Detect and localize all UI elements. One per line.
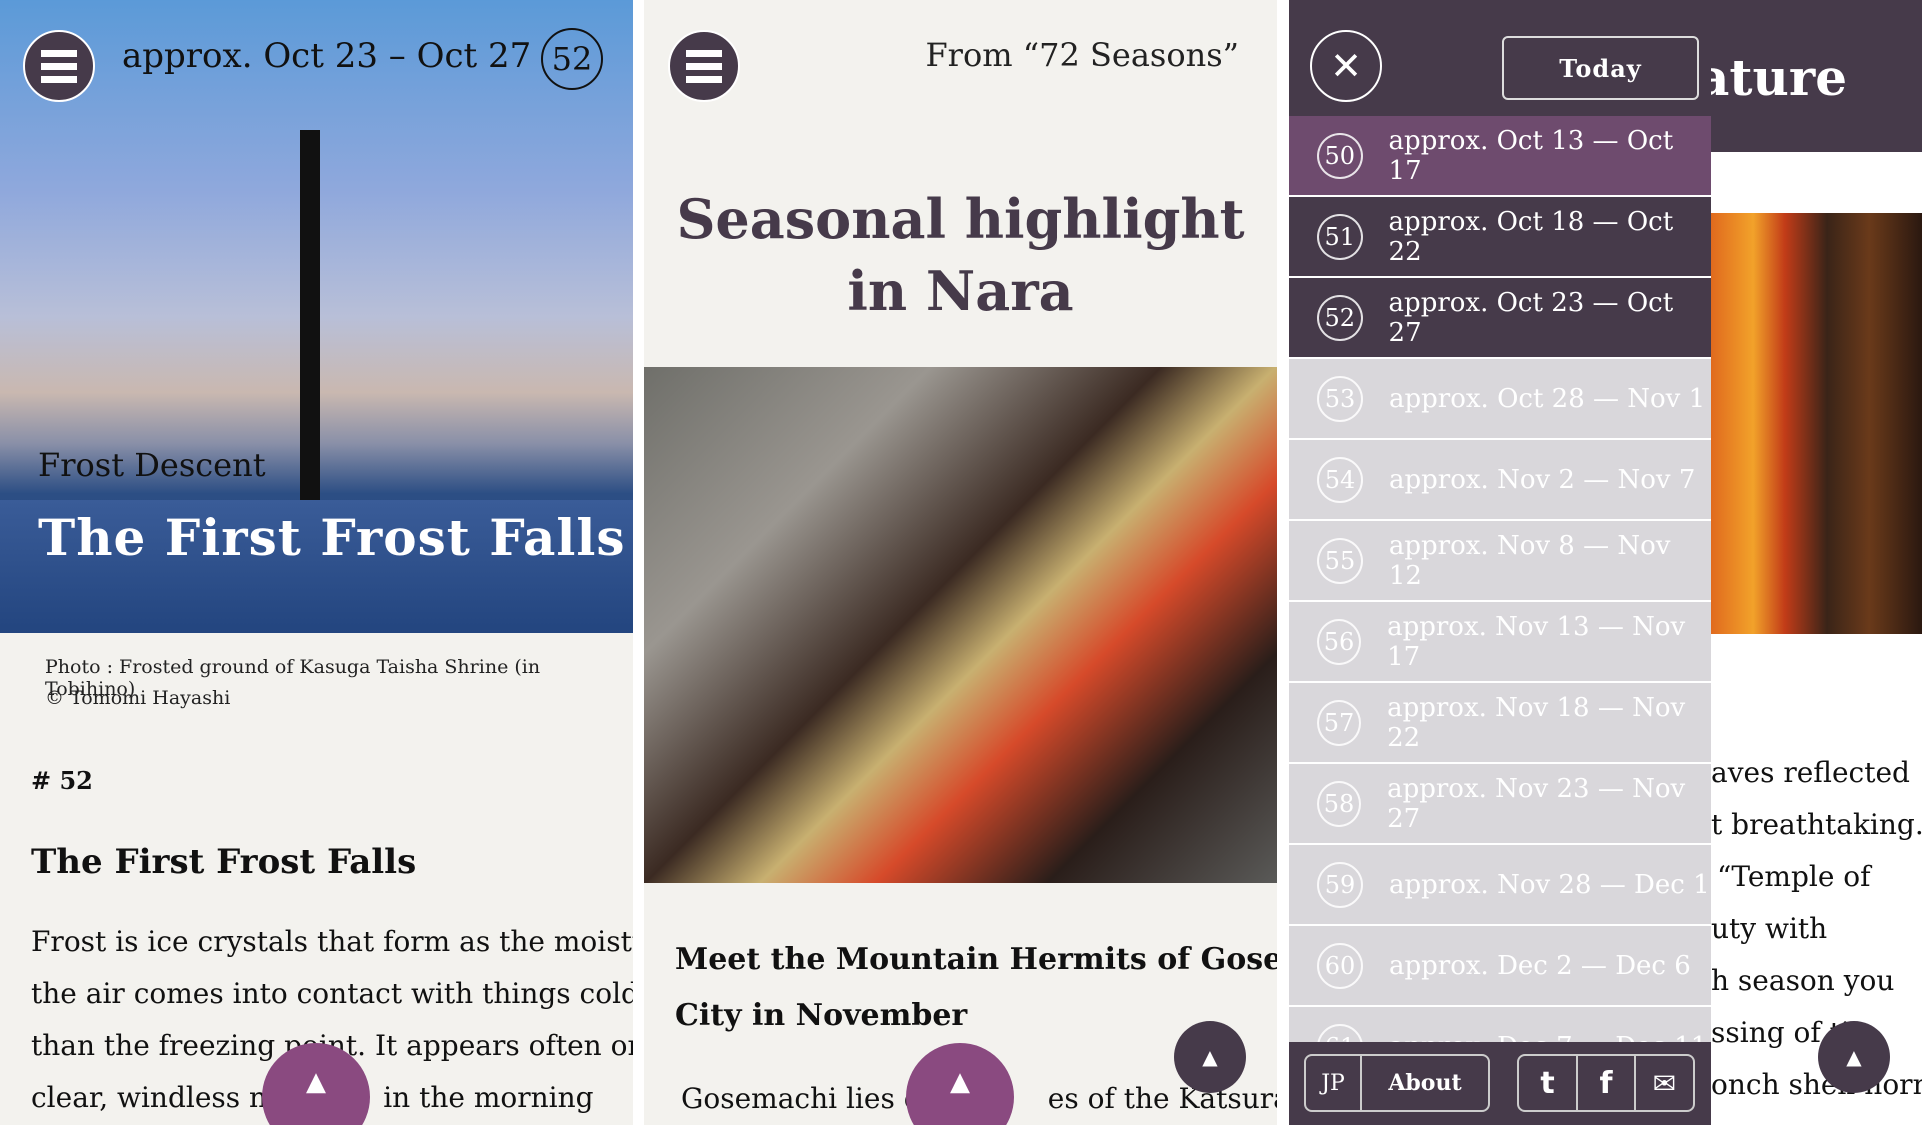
twitter-icon[interactable]: t (1519, 1056, 1578, 1110)
close-icon: ✕ (1330, 44, 1362, 88)
season-date-range: approx. Oct 18 — Oct 22 (1388, 206, 1674, 267)
header-date: approx. Oct 23 – Oct 27 (122, 36, 532, 76)
up-arrow-icon: ▲ (1202, 1045, 1218, 1069)
facebook-icon[interactable]: f (1578, 1056, 1636, 1110)
article-heading: The First Frost Falls (31, 842, 417, 882)
up-arrow-icon: ▲ (1846, 1045, 1862, 1069)
season-list-item[interactable]: 53 approx. Oct 28 — Nov 1 (1289, 359, 1711, 438)
body-line: onch shell horn (1711, 1068, 1922, 1101)
season-list-item[interactable]: 57 approx. Nov 18 — Nov 22 (1289, 683, 1711, 762)
body-line: t breathtaking. (1711, 808, 1922, 841)
mail-icon[interactable]: ✉ (1636, 1056, 1693, 1110)
season-date-range: approx. Nov 18 — Nov 22 (1387, 692, 1686, 753)
season-date-range: approx. Nov 2 — Nov 7 (1389, 464, 1696, 495)
hermits-photo[interactable] (644, 367, 1277, 883)
season-list-item[interactable]: 58 approx. Nov 23 — Nov 27 (1289, 764, 1711, 843)
season-date-range: approx. Oct 13 — Oct 17 (1388, 125, 1674, 186)
article-heading-line: Meet the Mountain Hermits of Gose (675, 942, 1277, 977)
source-label: From “72 Seasons” (925, 36, 1239, 74)
body-line: aves reflected (1711, 756, 1910, 789)
season-number: # 52 (31, 766, 93, 795)
season-date-range: approx. Nov 8 — Nov 12 (1388, 530, 1671, 591)
drawer-footer: JP About t f ✉ (1289, 1042, 1711, 1125)
season-number-badge: 51 (1317, 213, 1363, 260)
season-list-item[interactable]: 56 approx. Nov 13 — Nov 17 (1289, 602, 1711, 681)
scroll-top-button[interactable]: ▲ (1818, 1021, 1890, 1093)
seasonal-highlight-screen: From “72 Seasons” Seasonal highlight in … (644, 0, 1277, 1125)
body-line: “Temple of (1717, 860, 1871, 893)
season-date-range: approx. Oct 28 — Nov 1 (1389, 383, 1706, 414)
season-date-range: approx. Nov 23 — Nov 27 (1387, 773, 1686, 834)
footer-links: JP About (1304, 1054, 1490, 1112)
season-number-badge: 59 (1317, 861, 1363, 908)
title-line: in Nara (847, 259, 1074, 323)
page-title: Seasonal highlight in Nara (644, 183, 1277, 327)
body-line: uty with (1711, 912, 1828, 945)
season-list-item[interactable]: 55 approx. Nov 8 — Nov 12 (1289, 521, 1711, 600)
season-number-badge: 55 (1317, 537, 1363, 584)
season-menu-screen: ature aves reflected t breathtaking. “Te… (1289, 0, 1922, 1125)
body-line: the air comes into contact with things c… (31, 977, 633, 1010)
share-links: t f ✉ (1517, 1054, 1695, 1112)
season-number-badge: 60 (1317, 942, 1363, 989)
up-arrow-icon: ▲ (950, 1067, 970, 1097)
season-list-item[interactable]: 54 approx. Nov 2 — Nov 7 (1289, 440, 1711, 519)
season-number-badge: 54 (1317, 456, 1363, 503)
up-arrow-icon: ▲ (306, 1067, 326, 1097)
article-link[interactable]: Meet the Mountain Hermits of Gose City i… (675, 932, 1277, 1044)
season-number-badge: 58 (1317, 780, 1362, 827)
page-title-fragment: ature (1697, 48, 1847, 107)
season-number-badge: 53 (1317, 375, 1363, 422)
today-button[interactable]: Today (1502, 36, 1699, 100)
season-list-item[interactable]: 60 approx. Dec 2 — Dec 6 (1289, 926, 1711, 1005)
season-detail-screen: approx. Oct 23 – Oct 27 52 Frost Descent… (0, 0, 633, 1125)
photo-credit: © Tomomi Hayashi (45, 687, 231, 709)
season-date-range: approx. Nov 28 — Dec 1 (1389, 869, 1710, 900)
body-line: Frost is ice crystals that form as the m… (31, 925, 633, 958)
season-number-badge: 52 (541, 28, 603, 90)
season-date-range: approx. Oct 23 — Oct 27 (1388, 287, 1674, 348)
scroll-top-button[interactable]: ▲ (906, 1043, 1014, 1125)
menu-button[interactable] (668, 30, 740, 102)
season-drawer: ✕ Today 50 approx. Oct 13 — Oct 17 51 appro… (1289, 0, 1711, 1125)
title-line: Seasonal highlight (676, 187, 1245, 251)
season-number-badge: 57 (1317, 699, 1362, 746)
season-number-badge: 56 (1317, 618, 1362, 665)
tree-silhouette (300, 130, 320, 510)
menu-button[interactable] (23, 30, 95, 102)
hero-title: The First Frost Falls (38, 508, 626, 567)
scroll-top-button-secondary[interactable]: ▲ (1174, 1021, 1246, 1093)
about-button[interactable]: About (1362, 1056, 1488, 1110)
season-number-badge: 52 (1317, 294, 1363, 341)
season-list-item[interactable]: 50 approx. Oct 13 — Oct 17 (1289, 116, 1711, 195)
body-line: h season you (1711, 964, 1895, 997)
season-list-item[interactable]: 51 approx. Oct 18 — Oct 22 (1289, 197, 1711, 276)
close-button[interactable]: ✕ (1310, 30, 1382, 102)
season-date-range: approx. Dec 2 — Dec 6 (1389, 950, 1691, 981)
hero-subtitle: Frost Descent (38, 446, 266, 484)
season-number-badge: 50 (1317, 132, 1363, 179)
season-date-range: approx. Nov 13 — Nov 17 (1387, 611, 1686, 672)
temple-photo (1711, 213, 1922, 634)
season-list-item[interactable]: 59 approx. Nov 28 — Dec 1 (1289, 845, 1711, 924)
season-list-item[interactable]: 52 approx. Oct 23 — Oct 27 (1289, 278, 1711, 357)
language-jp-button[interactable]: JP (1306, 1056, 1362, 1110)
